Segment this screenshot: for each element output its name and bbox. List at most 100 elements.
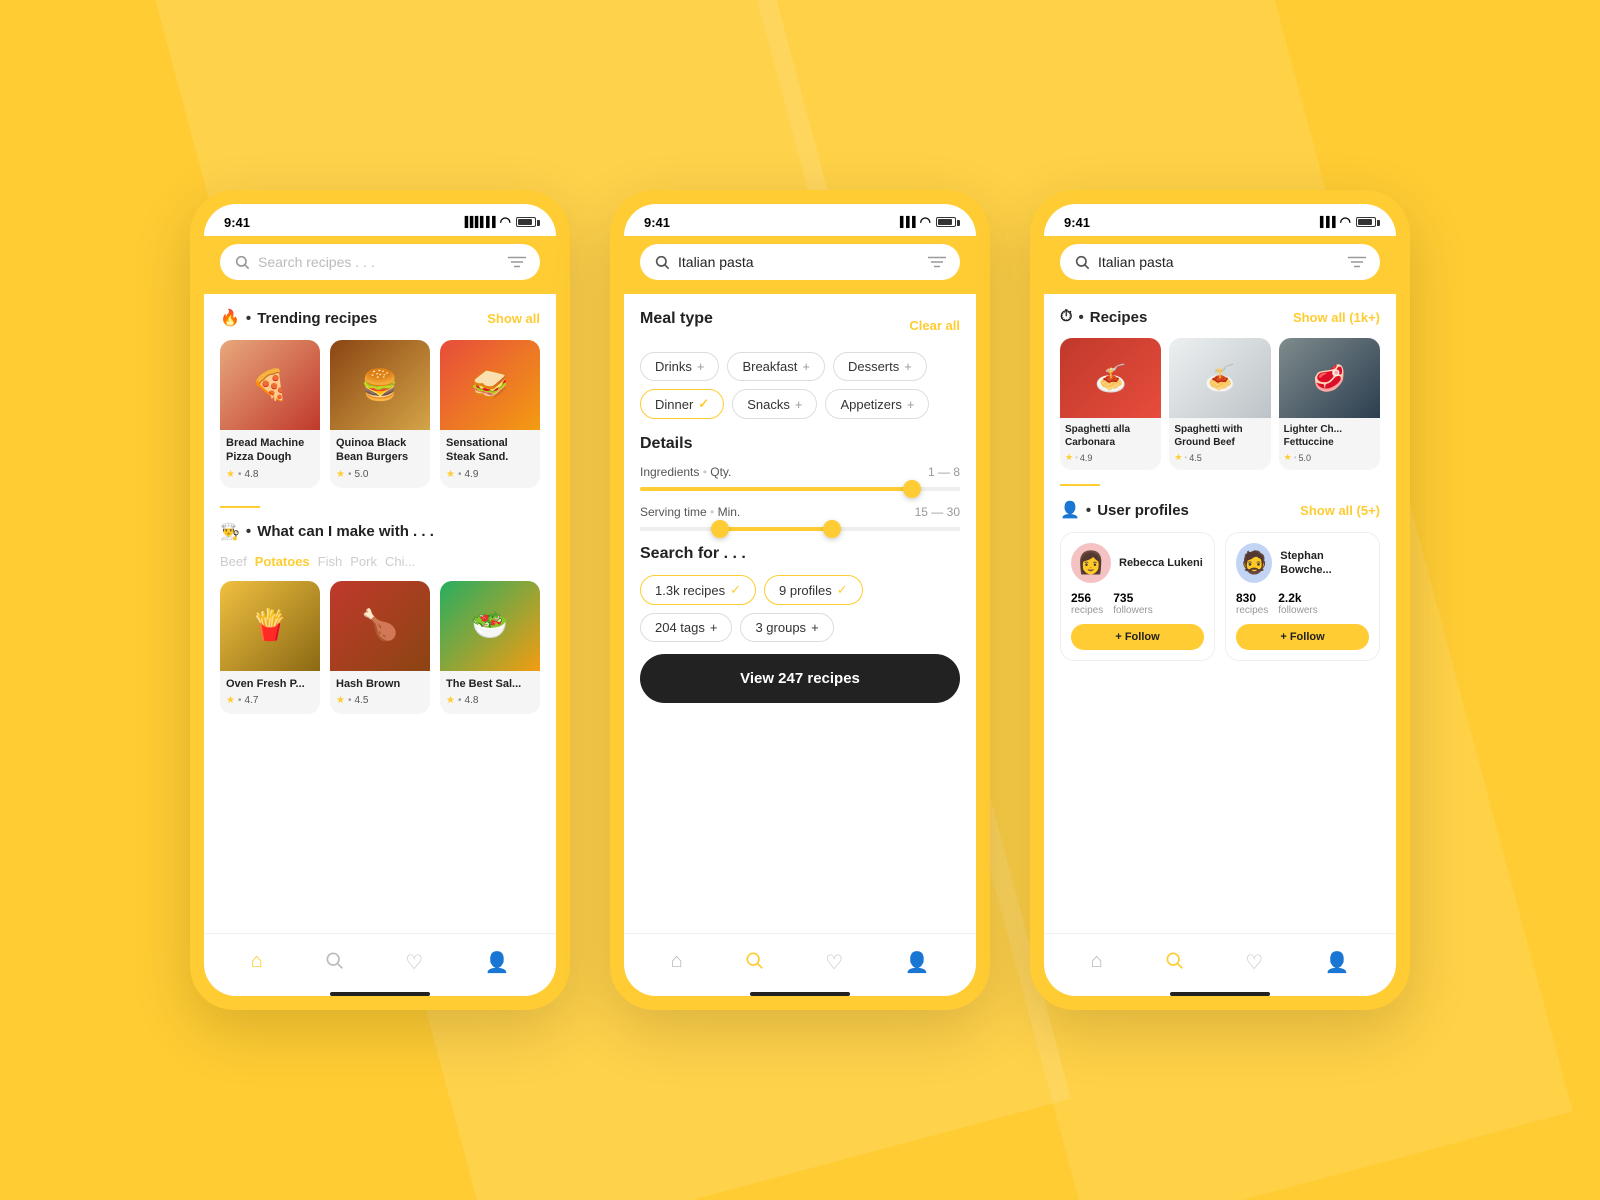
nav-search-1[interactable] [320,946,348,980]
home-indicator-1 [330,992,430,996]
view-recipes-btn[interactable]: View 247 recipes [640,654,960,703]
recipe-name-1: Bread Machine Pizza Dough [226,436,314,465]
signal-icon-1: ▐▐▐ [461,217,495,228]
recipes-show-all[interactable]: Show all (1k+) [1293,310,1380,325]
ingredient-card-2[interactable]: 🍗 Hash Brown ★ • 4.5 [330,581,430,714]
result-name-2: Spaghetti with Ground Beef [1174,423,1265,449]
signal-icon-3: ▐▐▐ [1316,217,1334,228]
result-card-3[interactable]: 🥩 Lighter Ch... Fettuccine ★ • 5.0 [1279,338,1380,470]
meal-type-label: Meal type [640,310,713,328]
trending-show-all[interactable]: Show all [487,311,540,326]
nav-home-3[interactable]: ⌂ [1087,946,1107,980]
nav-user-2[interactable]: 👤 [900,946,933,980]
result-card-1[interactable]: 🍝 Spaghetti alla Carbonara ★ • 4.9 [1060,338,1161,470]
profiles-show-all[interactable]: Show all (5+) [1300,503,1380,518]
filter-icon-1[interactable] [508,255,526,269]
chip-profiles[interactable]: 9 profiles ✓ [764,575,863,605]
filter-icon-2[interactable] [928,255,946,269]
result-img-1: 🍝 [1060,338,1161,418]
search-bar-3[interactable]: Italian pasta [1060,244,1380,280]
status-time-3: 9:41 [1064,215,1090,230]
nav-home-2[interactable]: ⌂ [667,946,687,980]
chip-recipes-label: 1.3k recipes [655,583,725,598]
chip-breakfast-label: Breakfast [742,359,797,374]
chip-profiles-label: 9 profiles [779,583,832,598]
recipes-results-section: ⏱ • Recipes Show all (1k+) 🍝 Spaghetti a… [1060,308,1380,470]
plus-tags: + [710,620,718,635]
chip-appetizers[interactable]: Appetizers + [825,389,929,419]
signal-icon-2: ▐▐▐ [896,217,914,228]
result-rating-3: 5.0 [1299,453,1312,463]
details-section: Details Ingredients • Qty. 1 — 8 [640,435,960,531]
recipe-img-2: 🍔 [330,340,430,430]
ingredient-recipe-name-3: The Best Sal... [446,677,534,691]
search-for-chips: 1.3k recipes ✓ 9 profiles ✓ 204 tags + 3… [640,575,960,642]
nav-user-1[interactable]: 👤 [480,946,513,980]
bottom-nav-3: ⌂ ♡ 👤 [1044,933,1396,988]
chip-desserts[interactable]: Desserts + [833,352,927,381]
trending-section-header: 🔥 • Trending recipes Show all [220,308,540,328]
serving-slider-track[interactable] [640,527,960,531]
nav-heart-2[interactable]: ♡ [821,946,847,980]
stat-recipes-2: 830 recipes [1236,591,1268,616]
search-for-title: Search for . . . [640,545,960,563]
nav-heart-1[interactable]: ♡ [401,946,427,980]
recipe-card-2[interactable]: 🍔 Quinoa Black Bean Burgers ★ • 5.0 [330,340,430,488]
nav-home-1[interactable]: ⌂ [247,946,267,980]
search-bar-1[interactable]: Search recipes . . . [220,244,540,280]
ingredient-card-3[interactable]: 🥗 The Best Sal... ★ • 4.8 [440,581,540,714]
nav-heart-3[interactable]: ♡ [1241,946,1267,980]
chip-breakfast[interactable]: Breakfast + [727,352,825,381]
ingredient-rating-2: 4.5 [354,695,368,706]
recipe-card-1[interactable]: 🍕 Bread Machine Pizza Dough ★ • 4.8 [220,340,320,488]
nav-search-3[interactable] [1160,946,1188,980]
status-time-1: 9:41 [224,215,250,230]
tag-beef[interactable]: Beef [220,554,247,569]
follow-btn-2[interactable]: + Follow [1236,624,1369,650]
tag-potatoes[interactable]: Potatoes [255,554,310,569]
profile-card-2: 🧔 Stephan Bowche... 830 recipes 2.2k [1225,532,1380,661]
chip-snacks[interactable]: Snacks + [732,389,817,419]
search-bar-2[interactable]: Italian pasta [640,244,960,280]
serving-slider-thumb-left[interactable] [711,520,729,538]
result-img-3: 🥩 [1279,338,1380,418]
plus-groups: + [811,620,819,635]
serving-slider-thumb-right[interactable] [823,520,841,538]
plus-icon-3: + [904,359,912,374]
nav-user-3[interactable]: 👤 [1320,946,1353,980]
stat-recipes-1: 256 recipes [1071,591,1103,616]
chip-desserts-label: Desserts [848,359,899,374]
chip-recipes[interactable]: 1.3k recipes ✓ [640,575,756,605]
ingredients-range: 1 — 8 [928,465,960,479]
result-card-2[interactable]: 🍝 Spaghetti with Ground Beef ★ • 4.5 [1169,338,1270,470]
tag-chi[interactable]: Chi... [385,554,415,569]
ingredient-card-1[interactable]: 🍟 Oven Fresh P... ★ • 4.7 [220,581,320,714]
follow-btn-1[interactable]: + Follow [1071,624,1204,650]
nav-search-2[interactable] [740,946,768,980]
recipe-name-2: Quinoa Black Bean Burgers [336,436,424,465]
clear-all-btn[interactable]: Clear all [909,318,960,333]
profile-name-1: Rebecca Lukeni [1119,556,1203,570]
chip-dinner[interactable]: Dinner ✓ [640,389,724,419]
ingredient-img-1: 🍟 [220,581,320,671]
battery-icon-3 [1356,217,1376,227]
chip-drinks[interactable]: Drinks + [640,352,719,381]
ingredients-slider-track[interactable] [640,487,960,491]
chip-snacks-label: Snacks [747,397,790,412]
home-indicator-2 [750,992,850,996]
search-icon-3 [1074,254,1090,270]
chip-tags[interactable]: 204 tags + [640,613,732,642]
chef-icon: 👨‍🍳 [220,522,240,542]
tag-pork[interactable]: Pork [350,554,377,569]
recipe-card-3[interactable]: 🥪 Sensational Steak Sand. ★ • 4.9 [440,340,540,488]
chip-groups[interactable]: 3 groups + [740,613,833,642]
ingredients-slider-thumb[interactable] [903,480,921,498]
tag-fish[interactable]: Fish [318,554,343,569]
filter-icon-3[interactable] [1348,255,1366,269]
chip-appetizers-label: Appetizers [840,397,901,412]
ingredient-recipe-cards: 🍟 Oven Fresh P... ★ • 4.7 [220,581,540,714]
battery-icon-1 [516,217,536,227]
ingredient-img-3: 🥗 [440,581,540,671]
ingredients-slider-fill [640,487,912,491]
profiles-row: 👩 Rebecca Lukeni 256 recipes 735 [1060,532,1380,661]
